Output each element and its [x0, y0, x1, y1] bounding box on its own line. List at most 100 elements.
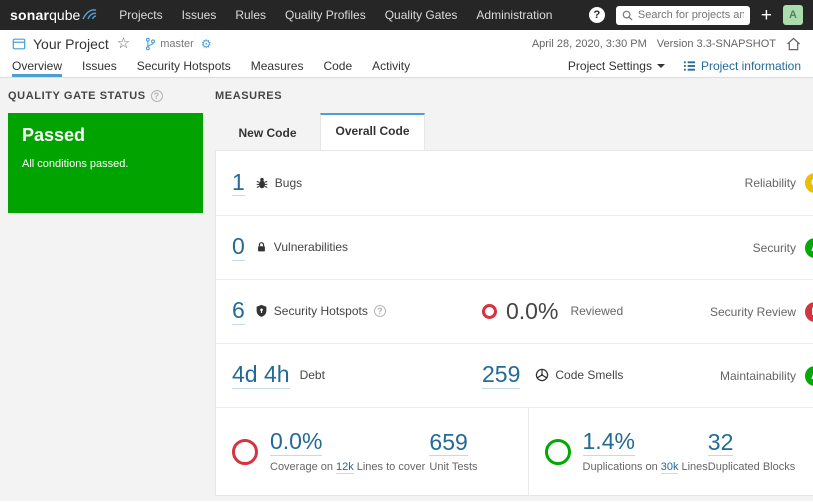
hotspots-label-group: Security Hotspots ?: [255, 304, 386, 318]
branch-settings-gear-icon[interactable]: ⚙: [201, 38, 212, 50]
user-avatar[interactable]: A: [783, 5, 803, 25]
quality-gate-help-icon[interactable]: ?: [150, 90, 163, 102]
maintainability-group: Maintainability A: [719, 365, 813, 386]
project-settings-dropdown[interactable]: Project Settings: [568, 59, 665, 73]
project-icon: [12, 37, 26, 51]
code-smells-count[interactable]: 259: [482, 362, 521, 389]
debt-value[interactable]: 4d 4h: [232, 362, 290, 389]
hotspots-metric: 6 Security Hotspots ?: [232, 298, 482, 325]
bugs-count[interactable]: 1: [232, 170, 245, 197]
project-information-label: Project information: [700, 59, 801, 73]
home-icon[interactable]: [786, 37, 801, 51]
debt-label: Debt: [299, 368, 325, 383]
top-navbar: sonar qube Projects Issues Rules Quality …: [0, 0, 813, 30]
bugs-row: 1 Bugs Reliability C: [216, 151, 813, 215]
coverage-section: 0.0% Coverage on 12k Lines to cover 659 …: [216, 408, 529, 495]
tab-overall-code[interactable]: Overall Code: [320, 113, 425, 150]
hotspots-count[interactable]: 6: [232, 298, 245, 325]
duplications-label: Duplications on 30k Lines: [583, 461, 708, 474]
security-review-rating-badge[interactable]: E: [805, 301, 813, 322]
brand-text-light: qube: [49, 7, 81, 23]
tab-new-code[interactable]: New Code: [215, 117, 320, 150]
duplications-section: 1.4% Duplications on 30k Lines 32 Duplic…: [529, 408, 813, 495]
measures-panel: 1 Bugs Reliability C 0: [215, 150, 813, 496]
sonar-wave-icon: [80, 8, 97, 20]
coverage-stack: 0.0% Coverage on 12k Lines to cover: [270, 429, 426, 474]
bugs-label-group: Bugs: [255, 176, 302, 190]
coverage-ring-icon: [232, 438, 258, 465]
help-icon[interactable]: ?: [588, 7, 605, 23]
security-rating-badge[interactable]: A: [805, 237, 813, 258]
reliability-group: Reliability C: [745, 173, 813, 193]
favorite-star-icon[interactable]: ☆: [117, 36, 130, 51]
vulnerabilities-row: 0 Vulnerabilities Security A: [216, 215, 813, 279]
reviewed-value: 0.0%: [506, 298, 559, 325]
nav-item-administration[interactable]: Administration: [476, 8, 552, 22]
unit-tests-label: Unit Tests: [429, 461, 478, 474]
coverage-label-suffix: Lines to cover: [356, 461, 426, 474]
maintainability-rating-badge[interactable]: A: [805, 365, 813, 386]
tab-issues[interactable]: Issues: [82, 59, 117, 77]
measures-tabs: New Code Overall Code: [215, 113, 813, 150]
duplications-label-suffix: Lines: [681, 461, 708, 474]
coverage-label-prefix: Coverage on: [270, 461, 333, 474]
search-input[interactable]: [615, 5, 750, 25]
bugs-label: Bugs: [274, 175, 303, 190]
security-review-group: Security Review E: [710, 301, 813, 322]
duplications-value[interactable]: 1.4%: [582, 429, 635, 456]
coverage-value[interactable]: 0.0%: [270, 429, 323, 456]
search-icon: [622, 10, 633, 21]
project-information-link[interactable]: Project information: [683, 59, 801, 73]
project-meta: April 28, 2020, 3:30 PM Version 3.3-SNAP…: [532, 37, 801, 51]
duplications-ring-icon: [544, 438, 571, 465]
hotspots-label: Security Hotspots: [273, 304, 368, 319]
duplicated-blocks-count[interactable]: 32: [707, 430, 734, 457]
code-smells-icon: [535, 368, 549, 382]
global-search: [615, 5, 750, 25]
security-label: Security: [752, 240, 797, 255]
nav-item-quality-gates[interactable]: Quality Gates: [385, 8, 458, 22]
coverage-duplications-row: 0.0% Coverage on 12k Lines to cover 659 …: [216, 407, 813, 495]
measures-title: MEASURES: [215, 90, 283, 102]
reliability-rating-badge[interactable]: C: [805, 173, 813, 193]
nav-item-projects[interactable]: Projects: [119, 8, 162, 22]
quality-gate-title: QUALITY GATE STATUS ?: [8, 88, 203, 104]
git-branch-icon: [144, 37, 156, 51]
maintainability-row: 4d 4h Debt 259 Code Smells Maintainabili…: [216, 343, 813, 407]
sonarqube-logo[interactable]: sonar qube: [10, 7, 97, 23]
lock-icon: [255, 240, 268, 254]
measures-column: MEASURES New Code Overall Code 1 Bugs Re…: [215, 88, 813, 501]
analysis-date: April 28, 2020, 3:30 PM: [531, 37, 647, 50]
branch-name: master: [160, 37, 194, 50]
code-smells-label-group: Code Smells: [535, 368, 623, 382]
reviewed-group: 0.0% Reviewed: [482, 298, 624, 325]
nav-item-issues[interactable]: Issues: [182, 8, 217, 22]
quality-gate-card: Passed All conditions passed.: [8, 113, 203, 213]
security-group: Security A: [752, 237, 813, 258]
tab-code[interactable]: Code: [323, 59, 352, 77]
duplicated-blocks-label: Duplicated Blocks: [707, 461, 796, 474]
list-icon: [683, 60, 696, 72]
reviewed-label: Reviewed: [570, 304, 624, 319]
nav-item-quality-profiles[interactable]: Quality Profiles: [285, 8, 366, 22]
tab-activity[interactable]: Activity: [372, 59, 410, 77]
shield-icon: [255, 304, 268, 318]
tab-overview[interactable]: Overview: [12, 59, 63, 77]
maintainability-label: Maintainability: [719, 368, 797, 383]
quality-gate-subtitle: All conditions passed.: [22, 158, 129, 170]
tab-security-hotspots[interactable]: Security Hotspots: [137, 59, 231, 77]
code-smells-group: 259 Code Smells: [482, 362, 623, 389]
plus-icon[interactable]: +: [761, 6, 772, 25]
tabbar-right-group: Project Settings Project information: [568, 59, 801, 77]
duplicated-lines-link[interactable]: 30k: [660, 461, 679, 474]
nav-item-rules[interactable]: Rules: [235, 8, 266, 22]
hotspots-help-icon[interactable]: ?: [373, 305, 386, 318]
brand-text-bold: sonar: [10, 7, 50, 23]
unit-tests-count[interactable]: 659: [429, 430, 468, 457]
duplicated-blocks-stack: 32 Duplicated Blocks: [707, 430, 796, 474]
lines-to-cover-link[interactable]: 12k: [336, 461, 354, 474]
tab-measures[interactable]: Measures: [251, 59, 304, 77]
vulnerabilities-count[interactable]: 0: [232, 234, 245, 261]
branch-selector[interactable]: master ⚙: [144, 37, 212, 51]
code-smells-label: Code Smells: [555, 368, 624, 383]
